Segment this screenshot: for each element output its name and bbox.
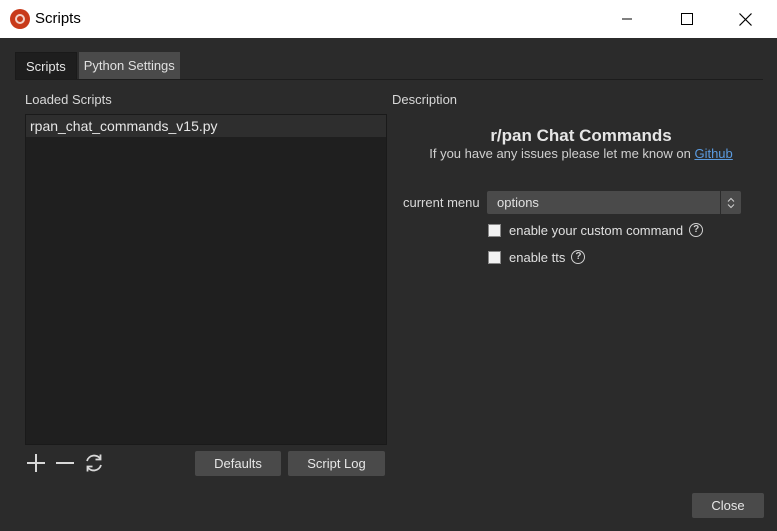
enable-tts-label[interactable]: enable tts bbox=[509, 250, 565, 265]
minimize-button[interactable] bbox=[604, 0, 650, 38]
help-icon[interactable]: ? bbox=[689, 223, 704, 237]
loaded-scripts-list[interactable]: rpan_chat_commands_v15.py bbox=[25, 114, 387, 445]
current-menu-label: current menu bbox=[403, 195, 480, 210]
list-item[interactable]: rpan_chat_commands_v15.py bbox=[26, 115, 386, 137]
enable-custom-command-checkbox[interactable] bbox=[488, 223, 501, 237]
maximize-icon bbox=[681, 13, 693, 25]
updown-chevron-icon bbox=[720, 191, 741, 214]
close-button[interactable]: Close bbox=[692, 493, 764, 518]
loaded-scripts-heading: Loaded Scripts bbox=[25, 92, 112, 107]
reload-scripts-button[interactable] bbox=[83, 452, 105, 474]
tab-python-settings[interactable]: Python Settings bbox=[78, 52, 180, 79]
reload-icon bbox=[86, 454, 102, 472]
github-link[interactable]: Github bbox=[694, 146, 732, 161]
enable-custom-command-label[interactable]: enable your custom command bbox=[509, 223, 683, 238]
maximize-button[interactable] bbox=[664, 0, 710, 38]
remove-script-button[interactable] bbox=[54, 452, 76, 474]
script-subtitle: If you have any issues please let me kno… bbox=[391, 146, 771, 161]
subtitle-text: If you have any issues please let me kno… bbox=[429, 146, 691, 161]
add-icon bbox=[27, 454, 45, 472]
current-menu-select[interactable]: options bbox=[487, 191, 741, 214]
tab-scripts[interactable]: Scripts bbox=[15, 52, 77, 79]
close-window-button[interactable] bbox=[722, 0, 768, 38]
custom-command-row: enable your custom command ? bbox=[488, 222, 704, 238]
tab-bar: Scripts Python Settings bbox=[15, 52, 182, 79]
current-menu-value: options bbox=[497, 195, 539, 210]
scripts-window: Scripts Python Settings Loaded Scripts r… bbox=[1, 38, 776, 531]
script-log-button[interactable]: Script Log bbox=[288, 451, 385, 476]
tts-row: enable tts ? bbox=[488, 249, 586, 265]
window-title: Scripts bbox=[35, 10, 81, 27]
help-icon[interactable]: ? bbox=[571, 250, 586, 264]
add-script-button[interactable] bbox=[25, 452, 47, 474]
tab-divider bbox=[15, 79, 763, 80]
minimize-icon bbox=[622, 18, 632, 20]
description-heading: Description bbox=[392, 92, 458, 107]
obs-app-icon bbox=[10, 9, 30, 29]
enable-tts-checkbox[interactable] bbox=[488, 250, 501, 264]
title-bar: Scripts bbox=[0, 0, 777, 38]
remove-icon bbox=[56, 462, 74, 464]
defaults-button[interactable]: Defaults bbox=[195, 451, 281, 476]
script-title: r/pan Chat Commands bbox=[490, 126, 672, 145]
close-icon bbox=[738, 12, 752, 26]
